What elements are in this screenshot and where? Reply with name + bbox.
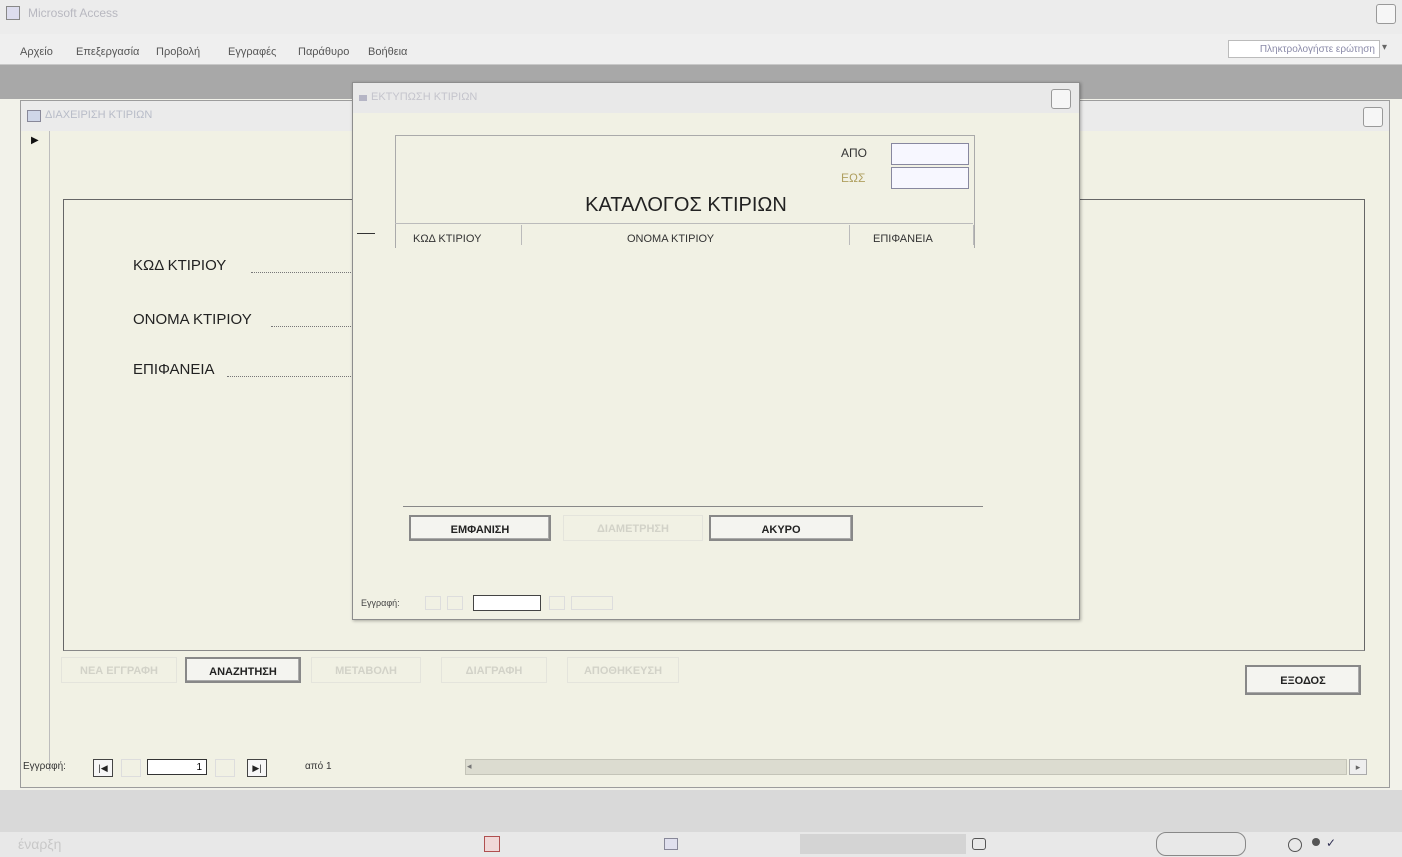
- next-record-icon[interactable]: [549, 596, 565, 610]
- dialog-titlebar: ΕΚΤΥΠΩΣΗ ΚΤΙΡΙΩΝ: [353, 83, 1079, 113]
- from-input[interactable]: [891, 143, 969, 165]
- column-separator: [521, 225, 522, 245]
- field-label-building-name: ΟΝΟΜΑ ΚΤΙΡΙΟΥ: [133, 311, 252, 328]
- tray-icon: ✓: [1326, 836, 1337, 850]
- menu-file[interactable]: Αρχείο: [20, 46, 53, 58]
- record-number-input[interactable]: 1: [147, 759, 207, 775]
- horizontal-scrollbar[interactable]: [465, 759, 1347, 775]
- menu-view[interactable]: Προβολή: [156, 46, 200, 58]
- app-title: Microsoft Access: [28, 6, 119, 20]
- close-icon[interactable]: [1363, 107, 1383, 127]
- taskbar-search-box[interactable]: [1156, 832, 1246, 856]
- print-dialog: ΕΚΤΥΠΩΣΗ ΚΤΙΡΙΩΝ ΑΠΟ ΕΩΣ ΚΑΤΑΛΟΓΟΣ ΚΤΙΡΙ…: [352, 82, 1080, 620]
- window-control-icon[interactable]: [1376, 4, 1396, 24]
- dialog-icon: [359, 95, 367, 101]
- menu-window[interactable]: Παράθυρο: [298, 46, 349, 58]
- column-header-area: ΕΠΙΦΑΝΕΙΑ: [873, 233, 933, 245]
- taskbar-active-window[interactable]: [800, 834, 966, 854]
- scroll-right-icon[interactable]: ▸: [1349, 759, 1367, 775]
- field-area[interactable]: [227, 375, 351, 377]
- dialog-record-number-input[interactable]: [473, 595, 541, 611]
- report-header-frame: [395, 135, 975, 248]
- field-building-code[interactable]: [251, 271, 361, 273]
- record-nav-label: Εγγραφή:: [23, 761, 66, 772]
- previous-record-icon[interactable]: [447, 596, 463, 610]
- close-icon[interactable]: [1051, 89, 1071, 109]
- print-button[interactable]: ΔΙΑΜΕΤΡΗΣΗ: [563, 515, 703, 541]
- from-label: ΑΠΟ: [841, 146, 868, 160]
- taskbar-strip: έναρξη ✓: [0, 832, 1402, 857]
- record-selector[interactable]: [29, 131, 50, 771]
- taskbar-app-icon[interactable]: [484, 836, 500, 852]
- taskbar-access-icon[interactable]: [664, 838, 678, 850]
- exit-button[interactable]: ΕΞΟΔΟΣ: [1245, 665, 1361, 695]
- to-input[interactable]: [891, 167, 969, 189]
- previous-record-icon[interactable]: [121, 759, 141, 777]
- app-icon: [6, 6, 20, 20]
- cancel-button[interactable]: ΑΚΥΡΟ: [709, 515, 853, 541]
- new-record-button[interactable]: ΝΕΑ ΕΓΓΡΑΦΗ: [61, 657, 177, 683]
- field-label-area: ΕΠΙΦΑΝΕΙΑ: [133, 361, 215, 378]
- next-record-icon[interactable]: [215, 759, 235, 777]
- column-separator: [973, 225, 974, 245]
- field-building-name[interactable]: [271, 325, 361, 327]
- column-header-code: ΚΩΔ ΚΤΙΡΙΟΥ: [413, 233, 482, 245]
- menu-help[interactable]: Βοήθεια: [368, 46, 407, 58]
- dialog-record-nav-label: Εγγραφή:: [361, 598, 400, 608]
- scroll-left-icon[interactable]: ◂: [467, 761, 472, 772]
- delete-button[interactable]: ΔΙΑΓΡΑΦΗ: [441, 657, 547, 683]
- report-title: ΚΑΤΑΛΟΓΟΣ ΚΤΙΡΙΩΝ: [585, 194, 787, 216]
- form-icon: [27, 110, 41, 122]
- last-record-icon[interactable]: ▶|: [247, 759, 267, 777]
- menu-records[interactable]: Εγγραφές: [228, 46, 276, 58]
- tray-icon: [1288, 838, 1302, 852]
- search-button[interactable]: ΑΝΑΖΗΤΗΣΗ: [185, 657, 301, 683]
- chevron-down-icon[interactable]: ▾: [1382, 42, 1387, 53]
- divider: [357, 233, 375, 234]
- save-button[interactable]: ΑΠΟΘΗΚΕΥΣΗ: [567, 657, 679, 683]
- first-record-icon[interactable]: [425, 596, 441, 610]
- to-label: ΕΩΣ: [841, 171, 866, 185]
- tray-icon: [1312, 838, 1320, 846]
- app-titlebar: Microsoft Access: [0, 0, 1402, 34]
- column-header-name: ΟΝΟΜΑ ΚΤΙΡΙΟΥ: [627, 233, 715, 245]
- edit-button[interactable]: ΜΕΤΑΒΟΛΗ: [311, 657, 421, 683]
- footer-divider: [403, 506, 983, 507]
- menu-edit[interactable]: Επεξεργασία: [76, 46, 139, 58]
- help-search-input[interactable]: Πληκτρολογήστε ερώτηση: [1228, 40, 1380, 58]
- record-count: από 1: [305, 761, 332, 772]
- main-form-title: ΔΙΑΧΕΙΡΙΣΗ ΚΤΙΡΙΩΝ: [45, 109, 153, 121]
- first-record-icon[interactable]: |◀: [93, 759, 113, 777]
- header-divider: [395, 223, 973, 224]
- show-button[interactable]: ΕΜΦΑΝΙΣΗ: [409, 515, 551, 541]
- taskbar-window-icon[interactable]: [972, 838, 986, 850]
- record-pointer-icon: ▶: [31, 135, 39, 146]
- field-label-building-code: ΚΩΔ ΚΤΙΡΙΟΥ: [133, 257, 227, 274]
- menu-bar: Αρχείο Επεξεργασία Προβολή Εγγραφές Παρά…: [0, 34, 1402, 65]
- start-button[interactable]: έναρξη: [18, 836, 61, 852]
- dialog-title: ΕΚΤΥΠΩΣΗ ΚΤΙΡΙΩΝ: [371, 91, 478, 103]
- last-record-icon[interactable]: [571, 596, 613, 610]
- column-separator: [849, 225, 850, 245]
